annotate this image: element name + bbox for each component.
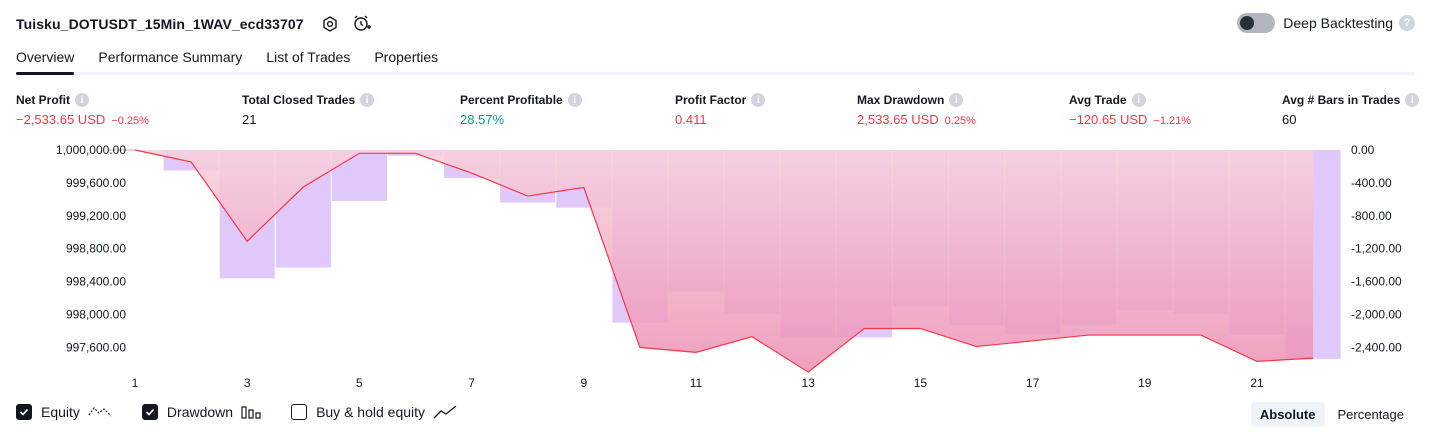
legend-equity[interactable]: Equity: [16, 404, 112, 420]
info-icon[interactable]: i: [1405, 93, 1420, 107]
metric-label: Percent Profitable: [460, 93, 563, 107]
strategy-title: Tuisku_DOTUSDT_15Min_1WAV_ecd33707: [16, 16, 304, 32]
metric-value: 2,533.65 USD: [857, 112, 939, 127]
metric-net-profit: Net Profit i −2,533.65 USD −0.25%: [16, 93, 149, 127]
buy-hold-line-icon: [433, 404, 457, 420]
left-axis-tick: 999,600.00: [66, 176, 126, 190]
tab-overview[interactable]: Overview: [16, 48, 75, 75]
info-icon[interactable]: i: [751, 93, 766, 107]
left-axis-tick: 999,200.00: [66, 209, 126, 223]
info-icon[interactable]: i: [75, 93, 89, 107]
metric-percent: 0.25%: [944, 115, 976, 127]
left-axis-tick: 997,600.00: [66, 340, 126, 354]
drawdown-checkbox[interactable]: [141, 404, 158, 420]
info-icon[interactable]: i: [360, 93, 375, 107]
metric-value: 28.57%: [460, 112, 505, 127]
info-icon[interactable]: i: [567, 93, 582, 107]
equity-drawdown-chart: 1,000,000.00 999,600.00 999,200.00 998,800.…: [56, 143, 1402, 390]
metric-value: −120.65 USD: [1069, 112, 1148, 127]
tab-bar: Overview Performance Summary List of Tra…: [16, 48, 462, 75]
left-axis-tick: 998,800.00: [66, 242, 126, 256]
legend-label: Drawdown: [166, 404, 234, 420]
buy-hold-checkbox[interactable]: [291, 404, 308, 420]
metric-label: Profit Factor: [675, 93, 747, 107]
metric-label: Total Closed Trades: [242, 93, 356, 107]
metrics-row: Net Profit i −2,533.65 USD −0.25% Total Cl…: [0, 93, 1431, 133]
metric-profit-factor: Profit Factor i 0.411: [675, 93, 766, 127]
right-axis-tick: 0.00: [1351, 143, 1375, 157]
metric-avg-bars-in-trades: Avg # Bars in Trades i 60: [1282, 93, 1420, 127]
left-axis-tick: 998,400.00: [66, 275, 126, 289]
x-axis-tick: 1: [132, 376, 139, 390]
metric-avg-trade: Avg Trade i −120.65 USD −1.21%: [1069, 93, 1191, 127]
toggle-knob: [1240, 16, 1255, 30]
add-alert-icon[interactable]: [352, 14, 372, 34]
legend-label: Equity: [41, 404, 80, 420]
legend-buy-hold-equity[interactable]: Buy & hold equity: [291, 404, 457, 420]
right-axis-tick: -2,000.00: [1351, 308, 1402, 322]
x-axis-tick: 17: [1026, 376, 1040, 390]
metric-label: Avg Trade: [1069, 93, 1127, 107]
x-axis-tick: 21: [1250, 376, 1264, 390]
deep-backtesting-toggle[interactable]: [1237, 13, 1276, 33]
tab-performance-summary[interactable]: Performance Summary: [98, 48, 242, 75]
deep-backtesting-label: Deep Backtesting: [1283, 15, 1393, 31]
metric-label: Max Drawdown: [857, 93, 945, 107]
metric-value: 21: [242, 112, 257, 127]
legend-label: Buy & hold equity: [316, 404, 426, 420]
equity-checkbox[interactable]: [16, 404, 32, 420]
metric-max-drawdown: Max Drawdown i 2,533.65 USD 0.25%: [857, 93, 976, 127]
settings-icon[interactable]: [320, 14, 340, 34]
right-axis-tick: -1,600.00: [1351, 275, 1402, 289]
legend-drawdown[interactable]: Drawdown: [141, 404, 261, 420]
metric-value: −2,533.65 USD: [16, 112, 106, 127]
view-mode-switch: Absolute Percentage: [1247, 402, 1413, 427]
right-axis-tick: -400.00: [1351, 176, 1392, 190]
x-axis-tick: 5: [356, 376, 363, 390]
right-axis-tick: -800.00: [1351, 209, 1392, 223]
drawdown-bars-icon: [241, 404, 261, 420]
metric-total-closed-trades: Total Closed Trades i 21: [242, 93, 375, 127]
metric-label: Avg # Bars in Trades: [1282, 93, 1401, 107]
info-icon[interactable]: i: [1131, 93, 1146, 107]
metric-percent: −0.25%: [111, 115, 149, 127]
absolute-mode-button[interactable]: Absolute: [1250, 402, 1325, 427]
x-axis-tick: 13: [802, 376, 816, 390]
right-axis-tick: -1,200.00: [1351, 242, 1402, 256]
x-axis-tick: 19: [1138, 376, 1152, 390]
right-axis-tick: -2,400.00: [1351, 340, 1402, 354]
strategy-header: Tuisku_DOTUSDT_15Min_1WAV_ecd33707: [16, 14, 372, 34]
help-icon[interactable]: ?: [1399, 15, 1415, 31]
tab-list-of-trades[interactable]: List of Trades: [266, 48, 350, 75]
percentage-mode-button[interactable]: Percentage: [1329, 402, 1414, 427]
chart-legend: Equity Drawdown Buy & hold equity: [16, 404, 487, 420]
x-axis-tick: 15: [914, 376, 928, 390]
x-axis-tick: 3: [244, 376, 251, 390]
x-axis-tick: 11: [690, 376, 703, 390]
x-axis-tick: 9: [580, 376, 587, 390]
metric-value: 60: [1282, 112, 1297, 127]
x-axis-tick: 7: [468, 376, 475, 390]
left-axis-tick: 1,000,000.00: [56, 143, 126, 157]
left-axis-tick: 998,000.00: [66, 308, 126, 322]
metric-label: Net Profit: [16, 93, 70, 107]
metric-value: 0.411: [675, 112, 707, 127]
deep-backtesting-control: Deep Backtesting ?: [1237, 13, 1415, 33]
metric-percent-profitable: Percent Profitable i 28.57%: [460, 93, 582, 127]
equity-line-icon: [88, 404, 112, 420]
info-icon[interactable]: i: [949, 93, 964, 107]
metric-percent: −1.21%: [1153, 115, 1192, 127]
tab-properties[interactable]: Properties: [374, 48, 438, 75]
